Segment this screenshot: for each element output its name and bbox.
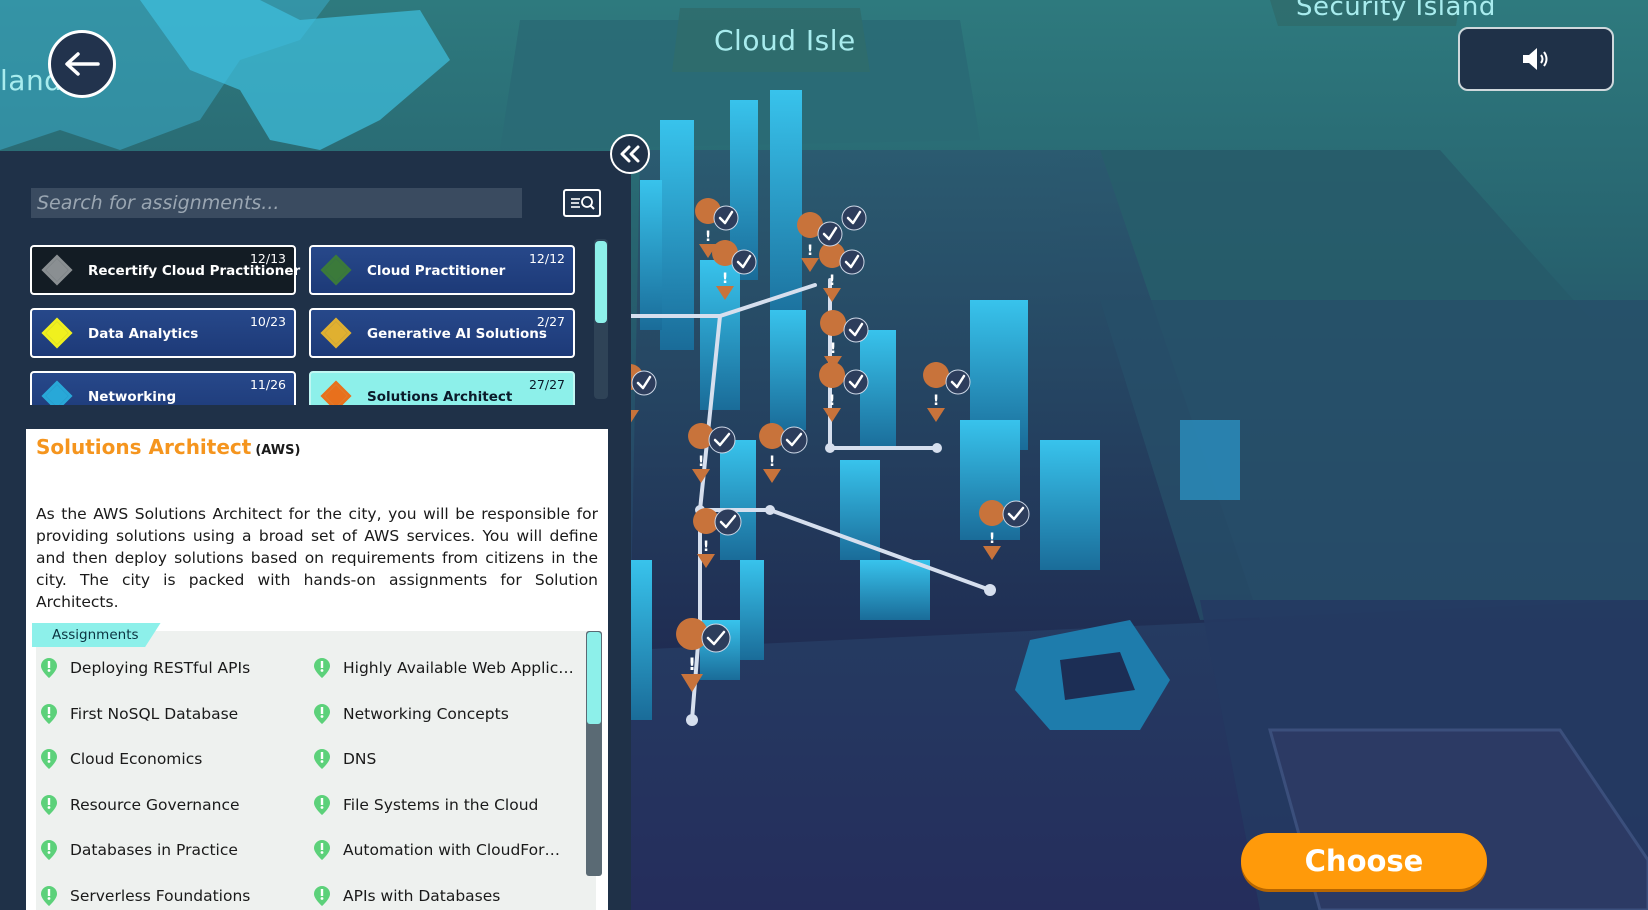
role-diamond-icon	[320, 254, 352, 286]
chevron-double-left-icon	[620, 145, 640, 163]
role-list-scrollbar[interactable]	[594, 239, 608, 399]
role-list-scroll-thumb[interactable]	[595, 241, 607, 323]
assignment-label: Highly Available Web Applic…	[343, 659, 574, 677]
assignment-item[interactable]: APIs with Databases	[313, 885, 500, 907]
role-provider-tag: (AWS)	[255, 443, 301, 458]
role-detail-card: Solutions Architect (AWS) As the AWS Solu…	[26, 429, 608, 910]
role-card-label: Cloud Practitioner	[367, 263, 506, 279]
search-button[interactable]	[563, 189, 601, 217]
role-card-label: Networking	[88, 389, 177, 405]
assignment-label: Networking Concepts	[343, 704, 509, 723]
assignment-pin-icon	[41, 794, 57, 815]
assignment-label: First NoSQL Database	[70, 704, 239, 723]
svg-text:!: !	[989, 531, 995, 547]
assignment-pin-icon	[314, 794, 330, 815]
assignment-pin-icon	[41, 749, 57, 769]
role-card-progress: 12/13	[249, 251, 286, 266]
arrow-left-icon	[65, 52, 100, 76]
role-card-progress: 12/12	[528, 251, 565, 266]
role-title-text: Solutions Architect	[36, 435, 252, 459]
assignment-label: Cloud Economics	[70, 750, 203, 768]
role-diamond-icon	[41, 317, 73, 349]
assignment-pin-icon	[314, 840, 330, 860]
collapse-panel-button[interactable]	[610, 134, 650, 174]
role-card-list: Recertify Cloud Practitioner 12/13 Cloud P…	[30, 245, 590, 405]
assignment-pin-icon	[314, 885, 330, 906]
role-card-progress: 10/23	[249, 314, 286, 329]
sound-toggle-button[interactable]	[1458, 27, 1614, 91]
assignment-item[interactable]: Cloud Economics	[40, 748, 202, 770]
assignment-pin-icon	[314, 658, 330, 678]
search-input[interactable]: Search for assignments...	[31, 188, 522, 218]
role-diamond-icon	[320, 380, 352, 405]
assignment-item[interactable]: File Systems in the Cloud	[313, 794, 538, 816]
role-card-progress: 27/27	[528, 377, 565, 392]
role-card[interactable]: Networking 11/26	[30, 371, 296, 405]
assignment-label: Databases in Practice	[70, 841, 238, 859]
svg-text:!: !	[830, 341, 836, 357]
svg-text:!: !	[769, 454, 775, 470]
back-button[interactable]	[48, 30, 116, 98]
role-card[interactable]: Recertify Cloud Practitioner 12/13	[30, 245, 300, 295]
assignment-pin-icon	[41, 703, 57, 724]
island-label-cloud-isle: Cloud Isle	[714, 24, 856, 57]
assignment-label: Automation with CloudFor…	[343, 841, 561, 859]
assignments-scrollbar[interactable]	[586, 631, 602, 876]
roles-panel: Search for assignments... Recertify Clou…	[0, 151, 631, 910]
assignment-pin-icon	[41, 885, 57, 906]
assignment-item[interactable]: Networking Concepts	[313, 703, 509, 725]
assignment-label: Serverless Foundations	[70, 886, 251, 905]
assignment-label: DNS	[343, 750, 377, 768]
svg-text:!: !	[688, 655, 696, 675]
choose-button[interactable]: Choose	[1241, 833, 1487, 889]
assignment-item[interactable]: Highly Available Web Applic…	[313, 657, 574, 679]
assignment-pin-icon	[314, 749, 330, 769]
assignment-label: APIs with Databases	[343, 886, 501, 905]
assignment-label: Resource Governance	[70, 795, 240, 814]
assignment-item[interactable]: DNS	[313, 748, 376, 770]
assignment-label: Deploying RESTful APIs	[70, 659, 251, 677]
svg-text:!: !	[933, 393, 939, 409]
svg-text:!: !	[722, 271, 728, 287]
assignment-item[interactable]: Automation with CloudFor…	[313, 839, 560, 861]
assignment-pin-icon	[314, 703, 330, 724]
assignment-item[interactable]: First NoSQL Database	[40, 703, 238, 725]
assignment-pin-icon	[41, 840, 57, 860]
role-diamond-icon	[320, 317, 352, 349]
assignment-item[interactable]: Serverless Foundations	[40, 885, 250, 907]
island-label-security-island: Security Island	[1296, 0, 1496, 22]
svg-text:!: !	[829, 273, 835, 289]
role-card-progress: 2/27	[536, 314, 565, 329]
role-detail-title: Solutions Architect (AWS)	[36, 435, 300, 459]
role-card[interactable]: Data Analytics 10/23	[30, 308, 296, 358]
svg-text:!: !	[698, 454, 704, 470]
assignment-item[interactable]: Deploying RESTful APIs	[40, 657, 250, 679]
role-card-progress: 11/26	[249, 377, 286, 392]
role-card[interactable]: Cloud Practitioner 12/12	[309, 245, 575, 295]
assignment-item[interactable]: Databases in Practice	[40, 839, 238, 861]
assignments-scroll-thumb[interactable]	[587, 632, 601, 724]
role-card-label: Solutions Architect	[367, 389, 513, 405]
role-description: As the AWS Solutions Architect for the c…	[36, 505, 598, 611]
assignments-section: Assignments Deploying RESTful APIs Highly…	[32, 623, 602, 910]
search-icon	[571, 196, 595, 210]
assignments-tab-label: Assignments	[32, 623, 161, 647]
svg-text:!: !	[807, 243, 813, 259]
svg-text:!: !	[829, 393, 835, 409]
speaker-icon	[1523, 48, 1548, 70]
role-card-label: Generative AI Solutions	[367, 326, 547, 342]
svg-text:!: !	[705, 229, 711, 245]
role-card[interactable]: Generative AI Solutions 2/27	[309, 308, 575, 358]
assignment-label: File Systems in the Cloud	[343, 795, 539, 814]
svg-text:!: !	[703, 539, 709, 555]
assignment-pin-icon	[41, 658, 57, 678]
assignment-item[interactable]: Resource Governance	[40, 794, 240, 816]
role-diamond-icon	[41, 380, 73, 405]
role-card[interactable]: Solutions Architect 27/27	[309, 371, 575, 405]
role-card-label: Data Analytics	[88, 326, 199, 342]
role-diamond-icon	[41, 254, 73, 286]
